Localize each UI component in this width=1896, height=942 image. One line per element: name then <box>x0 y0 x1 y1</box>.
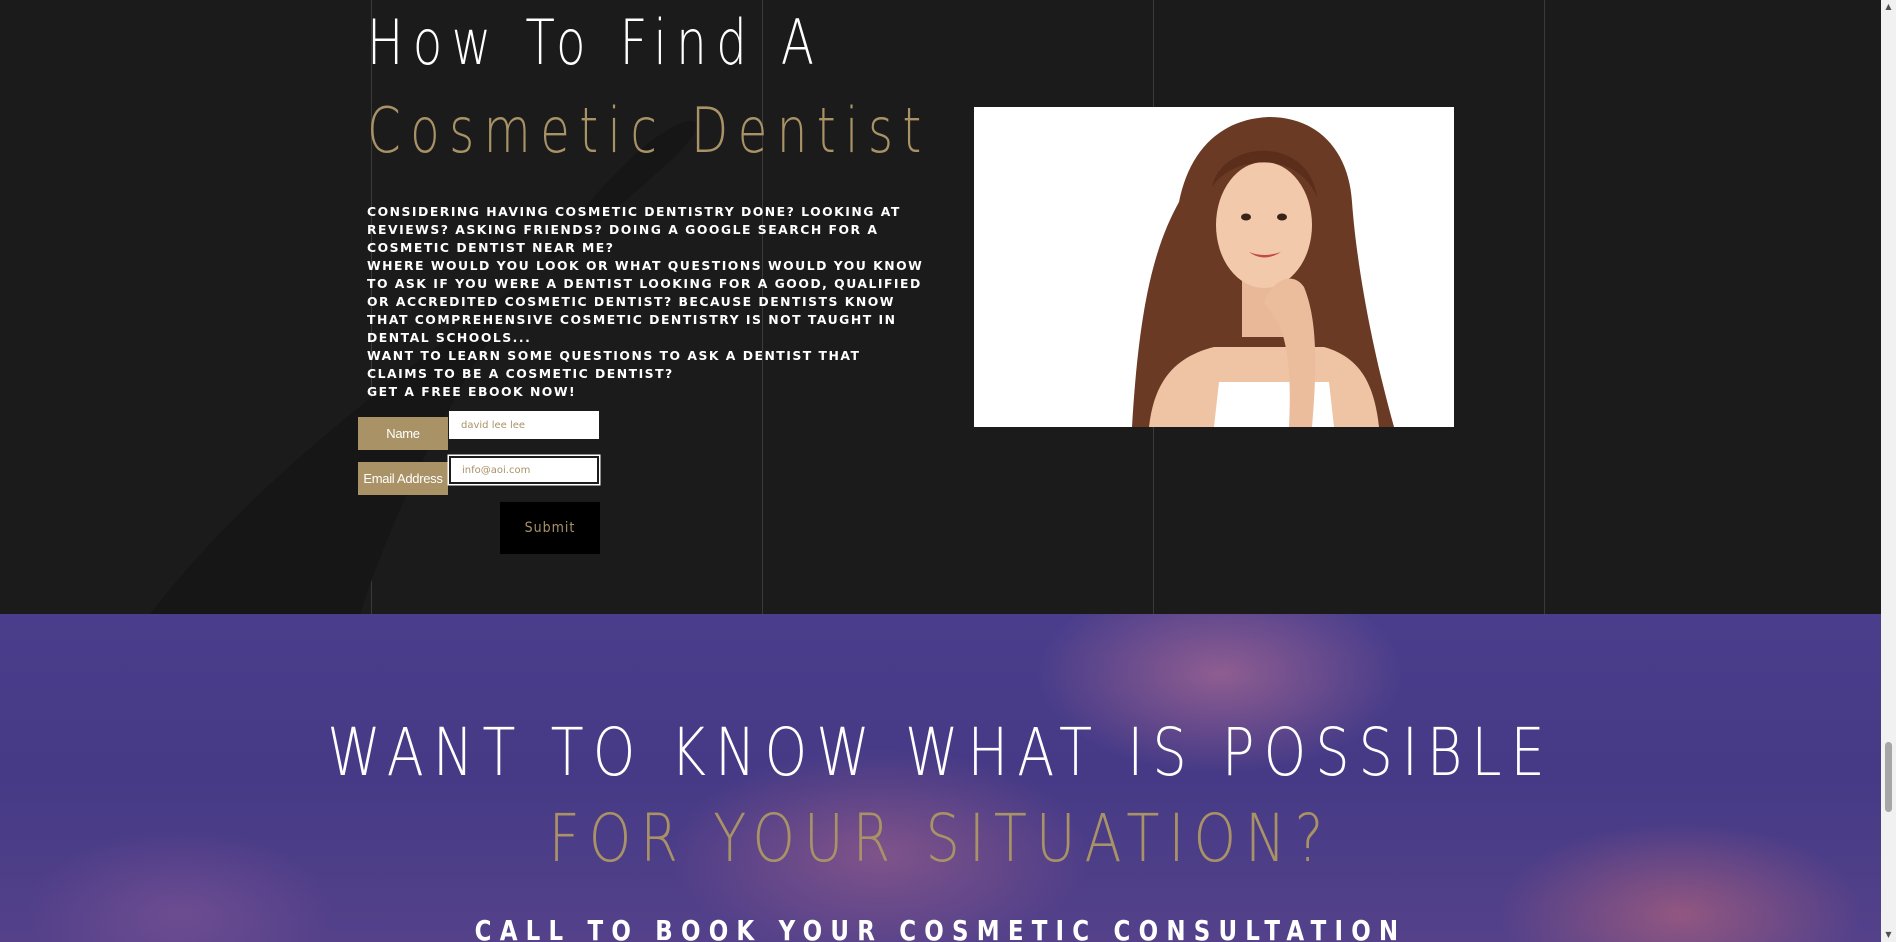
intro-paragraph-cta: Get a FREE EBOOK NOW! <box>367 384 577 399</box>
submit-button[interactable]: Submit <box>500 502 600 554</box>
woman-thinking-photo <box>974 107 1454 427</box>
heading-line2: Cosmetic Dentist <box>367 94 931 167</box>
email-field[interactable] <box>449 456 599 484</box>
intro-paragraph: Considering having cosmetic dentistry do… <box>367 204 901 255</box>
consultation-cta-section: WANT TO KNOW WHAT IS POSSIBLE FOR YOUR S… <box>0 614 1881 942</box>
cta-line1: WANT TO KNOW WHAT IS POSSIBLE <box>327 714 1554 791</box>
name-field[interactable] <box>449 411 599 439</box>
cta-line3: CALL TO BOOK YOUR COSMETIC CONSULTATION <box>474 914 1407 942</box>
page-scrollbar[interactable]: ▲ ▼ <box>1881 0 1896 942</box>
heading-line1: How To Find A <box>367 6 824 79</box>
name-label: Name <box>358 417 448 450</box>
grid-divider <box>1544 0 1545 614</box>
scroll-up-arrow-icon[interactable]: ▲ <box>1881 2 1896 11</box>
cta-line2: FOR YOUR SITUATION? <box>548 800 1333 877</box>
scrollbar-thumb[interactable] <box>1885 742 1892 812</box>
intro-paragraph: Want to learn some questions to ask a de… <box>367 348 861 381</box>
ebook-section: How To Find A Cosmetic Dentist Consideri… <box>0 0 1881 614</box>
intro-text: Considering having cosmetic dentistry do… <box>367 203 927 401</box>
scroll-down-arrow-icon[interactable]: ▼ <box>1881 930 1896 939</box>
intro-paragraph: Where would you look or what questions w… <box>367 258 924 345</box>
email-label: Email Address <box>358 462 448 495</box>
